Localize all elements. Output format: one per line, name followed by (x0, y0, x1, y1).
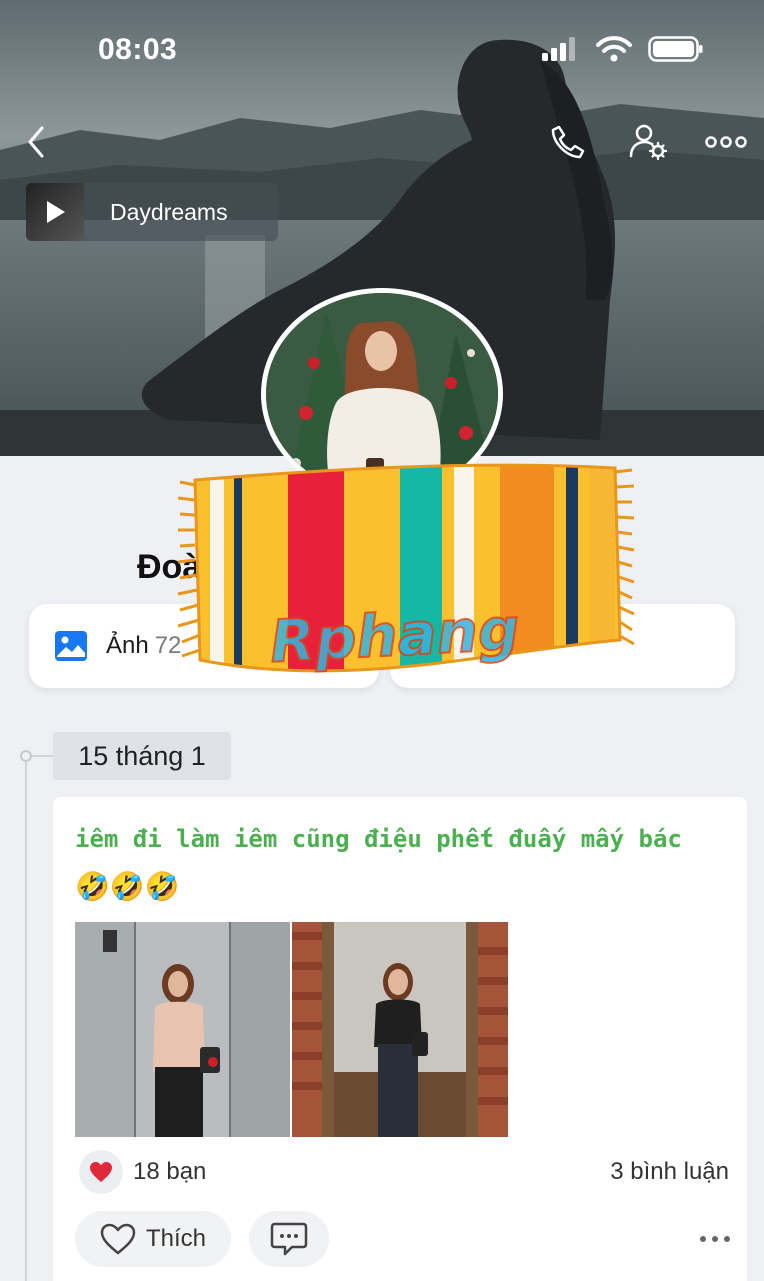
back-button[interactable] (14, 120, 58, 164)
status-time: 08:03 (98, 33, 178, 66)
heart-filled-icon (90, 1162, 112, 1182)
timeline-connector (31, 755, 53, 757)
play-icon (47, 201, 65, 223)
rphang-sticker: Rphang (177, 463, 635, 677)
profile-music-chip[interactable]: Daydreams (26, 183, 278, 241)
sticker-text: Rphang (268, 595, 521, 676)
comment-icon (270, 1222, 308, 1256)
mirror-photo (292, 922, 508, 1137)
more-options-button[interactable] (704, 120, 748, 164)
action-row: Thích (75, 1211, 735, 1269)
music-title: Daydreams (110, 198, 228, 225)
status-icons (540, 36, 704, 62)
like-button[interactable]: Thích (75, 1211, 231, 1267)
reaction-count[interactable]: 18 bạn (133, 1158, 206, 1186)
timeline-post[interactable]: iêm đi làm iêm cũng điệu phết đuấy mấy b… (53, 797, 747, 1281)
status-bar: 08:03 (0, 0, 764, 100)
post-photo-1[interactable] (75, 922, 290, 1137)
profile-settings-button[interactable] (626, 120, 670, 164)
post-more-button[interactable] (695, 1221, 735, 1257)
photos-label: Ảnh (106, 632, 149, 659)
photo-icon (55, 631, 87, 661)
elevator-photo (75, 922, 290, 1137)
timeline-dot (20, 750, 32, 762)
more-dots-icon (700, 1236, 730, 1242)
reaction-bubble[interactable] (79, 1150, 123, 1194)
phone-icon (551, 125, 585, 159)
like-label: Thích (145, 1225, 207, 1252)
top-nav (0, 110, 764, 170)
heart-outline-icon (100, 1223, 136, 1255)
music-thumbnail (26, 183, 84, 241)
call-button[interactable] (546, 120, 590, 164)
post-text: iêm đi làm iêm cũng điệu phết đuấy mấy b… (75, 825, 682, 853)
post-emoji: 🤣🤣🤣 (75, 870, 180, 903)
battery-icon (648, 36, 703, 62)
reaction-row: 18 bạn 3 bình luận (79, 1149, 729, 1195)
chevron-left-icon (28, 126, 44, 158)
post-photo-2[interactable] (292, 922, 508, 1137)
post-text-block: iêm đi làm iêm cũng điệu phết đuấy mấy b… (75, 815, 735, 911)
timeline-date: 15 tháng 1 (53, 732, 231, 780)
signal-icon (542, 37, 575, 61)
comment-button[interactable] (249, 1211, 329, 1267)
timeline-line (25, 756, 27, 1281)
more-horizontal-icon (705, 136, 747, 148)
user-settings-icon (629, 124, 668, 161)
wifi-icon (596, 36, 632, 62)
comment-count[interactable]: 3 bình luận (610, 1158, 729, 1186)
